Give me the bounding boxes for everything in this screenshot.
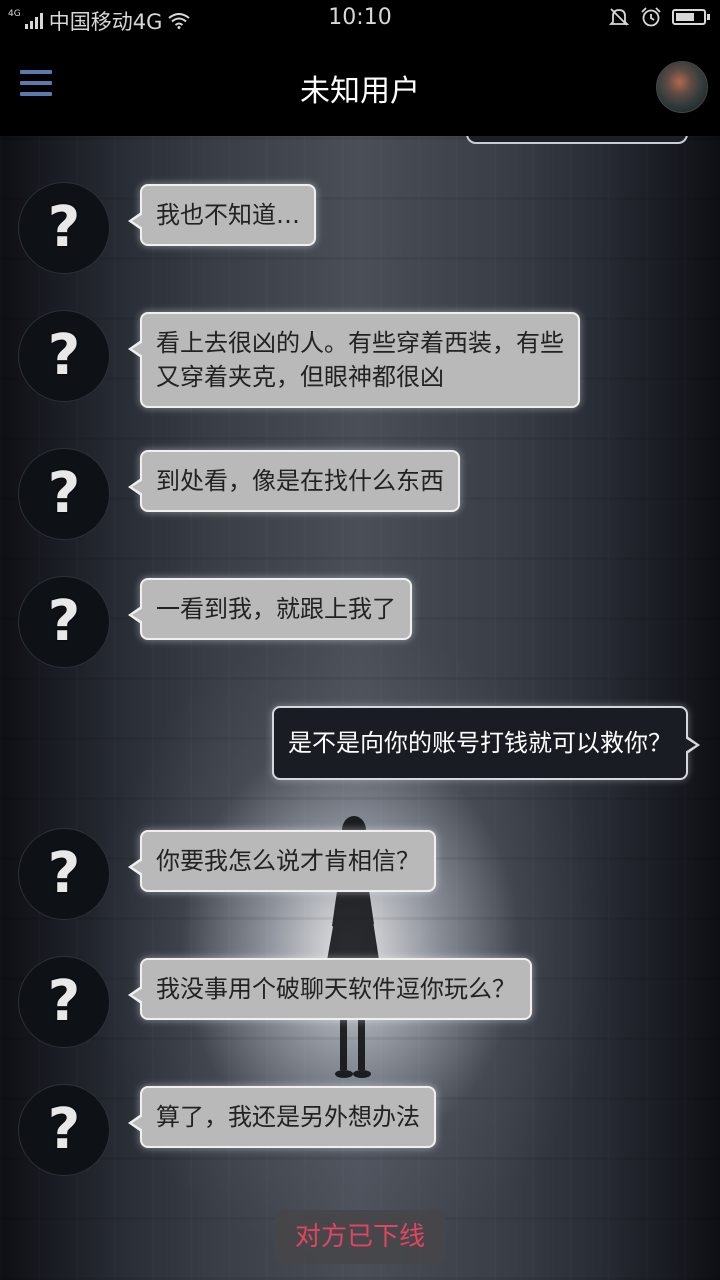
silent-bell-icon [608,8,630,26]
message-bubble[interactable]: 一看到我，就跟上我了 [128,578,412,640]
message-bubble[interactable]: 算了，我还是另外想办法 [128,1086,436,1148]
chat-area[interactable]: ? 我也不知道… ? 看上去很凶的人。有些穿着西装，有些 又穿着夹克，但眼神都很… [0,136,720,1280]
page-title: 未知用户 [300,74,420,109]
offline-status-badge: 对方已下线 [274,1210,446,1264]
unknown-user-avatar-icon[interactable]: ? [18,182,110,274]
message-bubble[interactable]: 我也不知道… [128,184,316,246]
message-bubble-outgoing[interactable]: 是不是向你的账号打钱就可以救你？ [272,706,700,780]
message-line: 又穿着夹克，但眼神都很凶 [156,363,444,391]
message-bubble[interactable]: 看上去很凶的人。有些穿着西装，有些 又穿着夹克，但眼神都很凶 [128,312,580,408]
battery-icon [672,9,710,25]
message-bubble[interactable]: 到处看，像是在找什么东西 [128,450,460,512]
message-line: 看上去很凶的人。有些穿着西装，有些 [156,329,564,357]
previous-message-bubble-edge [466,136,688,144]
chat-header: 未知用户 [0,36,720,136]
unknown-user-avatar-icon[interactable]: ? [18,828,110,920]
status-right [608,6,710,28]
contact-avatar[interactable] [656,61,708,113]
message-bubble[interactable]: 你要我怎么说才肯相信？ [128,830,436,892]
unknown-user-avatar-icon[interactable]: ? [18,448,110,540]
status-bar: 4G 中国移动4G 10:10 [0,0,720,36]
battery-fill [676,13,694,21]
unknown-user-avatar-icon[interactable]: ? [18,310,110,402]
message-bubble[interactable]: 我没事用个破聊天软件逗你玩么？ [128,958,532,1020]
alarm-icon [641,7,661,27]
unknown-user-avatar-icon[interactable]: ? [18,956,110,1048]
unknown-user-avatar-icon[interactable]: ? [18,576,110,668]
unknown-user-avatar-icon[interactable]: ? [18,1084,110,1176]
